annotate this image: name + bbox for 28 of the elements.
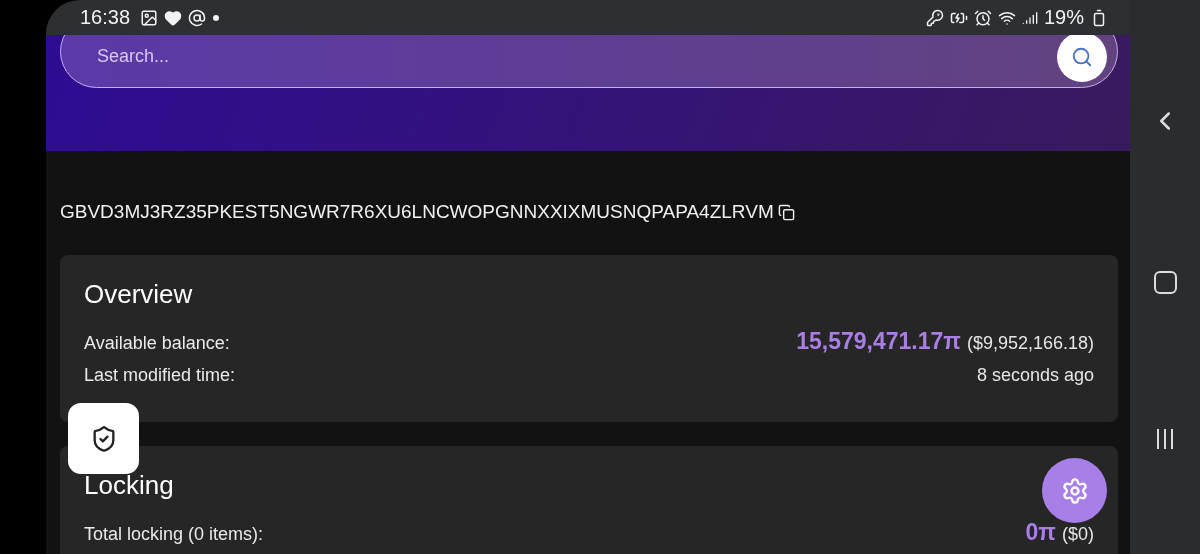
shield-check-button[interactable] bbox=[68, 403, 139, 474]
card-title: Overview bbox=[84, 279, 193, 310]
image-icon bbox=[140, 8, 159, 27]
search-icon bbox=[1071, 45, 1093, 68]
search-button[interactable] bbox=[1057, 35, 1107, 82]
row-label: Total locking (0 items): bbox=[84, 524, 264, 545]
row-label: Last modified time: bbox=[84, 365, 236, 386]
clock-time: 16:38 bbox=[80, 6, 131, 29]
dot-icon bbox=[212, 13, 221, 22]
recent-apps-icon[interactable] bbox=[1155, 428, 1175, 450]
usd-amount: ($0) bbox=[1062, 524, 1094, 544]
usd-amount: ($9,952,166.18) bbox=[966, 333, 1094, 353]
key-icon bbox=[925, 8, 944, 27]
wallet-address: GBVD3MJ3RZ35PKEST5NGWR7R6XU6LNCWOPGNNXXIXMUSNQPAPA4ZLRVM bbox=[60, 201, 774, 223]
pi-amount: 15,579,471.17π bbox=[796, 328, 961, 354]
signal-icon bbox=[1021, 9, 1038, 26]
search-field[interactable]: Search... bbox=[95, 45, 499, 68]
alarm-icon bbox=[973, 8, 992, 27]
heart-icon bbox=[164, 8, 183, 27]
at-sign-icon bbox=[188, 8, 207, 27]
row-value: 8 seconds ago bbox=[976, 365, 1094, 386]
card-title: Locking bbox=[84, 470, 174, 501]
copy-icon[interactable] bbox=[777, 203, 795, 221]
gear-icon bbox=[1060, 476, 1089, 505]
home-icon[interactable] bbox=[1153, 270, 1177, 294]
pi-amount: 0π bbox=[1025, 519, 1056, 545]
row-label: Available balance: bbox=[84, 333, 230, 354]
battery-percent: 19% bbox=[1043, 6, 1084, 29]
